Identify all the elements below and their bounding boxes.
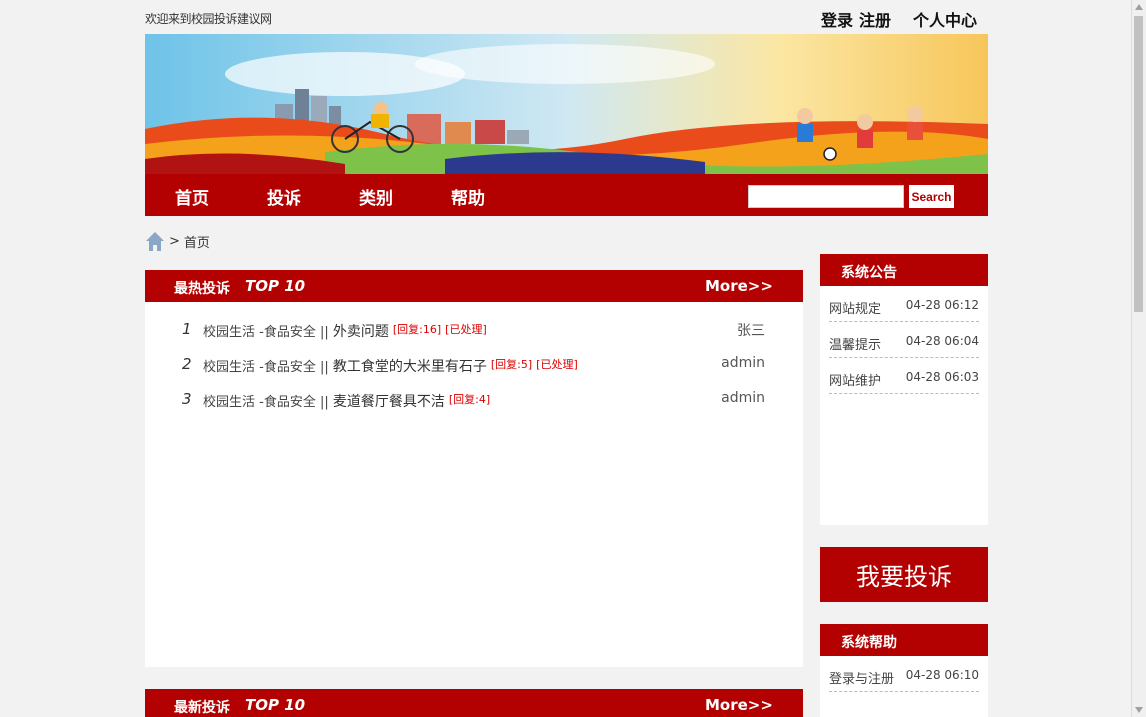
new-complaints-panel: 最新投诉 TOP 10 More>> bbox=[145, 689, 803, 717]
notice-title: 系统公告 bbox=[841, 265, 897, 281]
home-icon[interactable] bbox=[145, 230, 165, 252]
row-user: 张三 bbox=[737, 323, 765, 339]
help-item-label: 登录与注册 bbox=[829, 672, 895, 687]
reply-count-badge: [回复:4] bbox=[448, 393, 491, 406]
header-banner bbox=[145, 34, 988, 174]
status-badge: [已处理] bbox=[445, 323, 487, 336]
nav-item-complain[interactable]: 投诉 bbox=[267, 184, 301, 209]
row-category: 校园生活 -食品安全 || bbox=[203, 325, 329, 340]
row-title-link[interactable]: 教工食堂的大米里有石子 bbox=[333, 359, 487, 375]
row-content: 校园生活 -食品安全 || 麦道餐厅餐具不洁 [回复:4] bbox=[203, 391, 490, 411]
list-item: 1 校园生活 -食品安全 || 外卖问题 [回复:16] [已处理] 张三 bbox=[145, 320, 803, 342]
main-navbar: 首页 投诉 类别 帮助 Search bbox=[145, 174, 988, 216]
list-item: 3 校园生活 -食品安全 || 麦道餐厅餐具不洁 [回复:4] admin bbox=[145, 390, 803, 412]
login-link[interactable]: 登录 bbox=[821, 11, 853, 30]
help-title: 系统帮助 bbox=[841, 635, 897, 651]
notice-item-time: 04-28 06:03 bbox=[905, 370, 979, 384]
hot-complaints-panel: 最热投诉 TOP 10 More>> 1 校园生活 -食品安全 || 外卖问题[… bbox=[145, 270, 803, 667]
page-scrollbar[interactable] bbox=[1131, 0, 1146, 717]
row-number: 3 bbox=[182, 390, 192, 408]
notice-item[interactable]: 网站规定 04-28 06:12 bbox=[829, 286, 979, 322]
hot-panel-title: 最热投诉 bbox=[174, 281, 230, 297]
notice-item[interactable]: 温馨提示 04-28 06:04 bbox=[829, 322, 979, 358]
scroll-up-arrow-icon[interactable] bbox=[1135, 4, 1143, 10]
submit-complaint-button[interactable]: 我要投诉 bbox=[820, 547, 988, 602]
banner-illustration bbox=[145, 34, 988, 174]
scroll-down-arrow-icon[interactable] bbox=[1135, 707, 1143, 713]
new-panel-more-link[interactable]: More>> bbox=[705, 696, 773, 714]
register-link[interactable]: 注册 bbox=[859, 11, 891, 30]
notice-item-time: 04-28 06:12 bbox=[905, 298, 979, 312]
reply-count-badge: [回复:16] bbox=[392, 323, 442, 336]
top-bar: 欢迎来到校园投诉建议网 登录 注册 个人中心 bbox=[145, 0, 988, 34]
row-content: 校园生活 -食品安全 || 外卖问题 [回复:16] [已处理] bbox=[203, 321, 487, 341]
row-content: 校园生活 -食品安全 || 教工食堂的大米里有石子 [回复:5] [已处理] bbox=[203, 356, 578, 376]
breadcrumb: > 首页 bbox=[145, 228, 210, 254]
notice-item-label: 网站规定 bbox=[829, 302, 882, 317]
row-title-link[interactable]: 麦道餐厅餐具不洁 bbox=[333, 394, 445, 410]
notice-box: 系统公告 网站规定 04-28 06:12 温馨提示 04-28 06:04 网… bbox=[820, 254, 988, 525]
hot-panel-subtitle: TOP 10 bbox=[245, 277, 306, 295]
notice-item-label: 温馨提示 bbox=[829, 338, 882, 353]
help-item[interactable]: 登录与注册 04-28 06:10 bbox=[829, 656, 979, 692]
notice-item[interactable]: 网站维护 04-28 06:03 bbox=[829, 358, 979, 394]
nav-item-home[interactable]: 首页 bbox=[175, 184, 209, 209]
top-links: 登录 注册 个人中心 bbox=[821, 7, 977, 31]
row-category: 校园生活 -食品安全 || bbox=[203, 395, 329, 410]
notice-item-label: 网站维护 bbox=[829, 374, 882, 389]
help-item-time: 04-28 06:10 bbox=[905, 668, 979, 682]
nav-item-category[interactable]: 类别 bbox=[359, 184, 393, 209]
breadcrumb-current: 首页 bbox=[183, 235, 210, 251]
nav-item-help[interactable]: 帮助 bbox=[451, 184, 485, 209]
notice-item-time: 04-28 06:04 bbox=[905, 334, 979, 348]
help-box: 系统帮助 登录与注册 04-28 06:10 bbox=[820, 624, 988, 717]
notice-header: 系统公告 bbox=[820, 254, 988, 286]
page-wrapper: 欢迎来到校园投诉建议网 登录 注册 个人中心 首页 投诉 类别 帮助 Searc… bbox=[145, 0, 988, 717]
hot-panel-more-link[interactable]: More>> bbox=[705, 277, 773, 295]
breadcrumb-separator: > bbox=[169, 233, 180, 249]
list-item: 2 校园生活 -食品安全 || 教工食堂的大米里有石子 [回复:5] [已处理] a… bbox=[145, 355, 803, 377]
row-user: admin bbox=[721, 355, 765, 371]
new-panel-subtitle: TOP 10 bbox=[245, 696, 306, 714]
row-category: 校园生活 -食品安全 || bbox=[203, 360, 329, 375]
help-header: 系统帮助 bbox=[820, 624, 988, 656]
reply-count-badge: [回复:5] bbox=[490, 358, 533, 371]
row-number: 2 bbox=[182, 355, 192, 373]
row-user: admin bbox=[721, 390, 765, 406]
row-number: 1 bbox=[182, 320, 192, 338]
scrollbar-thumb[interactable] bbox=[1134, 16, 1143, 312]
user-center-link[interactable]: 个人中心 bbox=[913, 11, 977, 30]
welcome-text: 欢迎来到校园投诉建议网 bbox=[145, 12, 272, 26]
search-input[interactable] bbox=[748, 185, 904, 208]
search-button[interactable]: Search bbox=[909, 185, 954, 208]
new-panel-title: 最新投诉 bbox=[174, 700, 230, 716]
row-title-link[interactable]: 外卖问题 bbox=[333, 324, 389, 340]
hot-panel-header: 最热投诉 TOP 10 More>> bbox=[145, 270, 803, 302]
status-badge: [已处理] bbox=[536, 358, 578, 371]
new-panel-header: 最新投诉 TOP 10 More>> bbox=[145, 689, 803, 717]
